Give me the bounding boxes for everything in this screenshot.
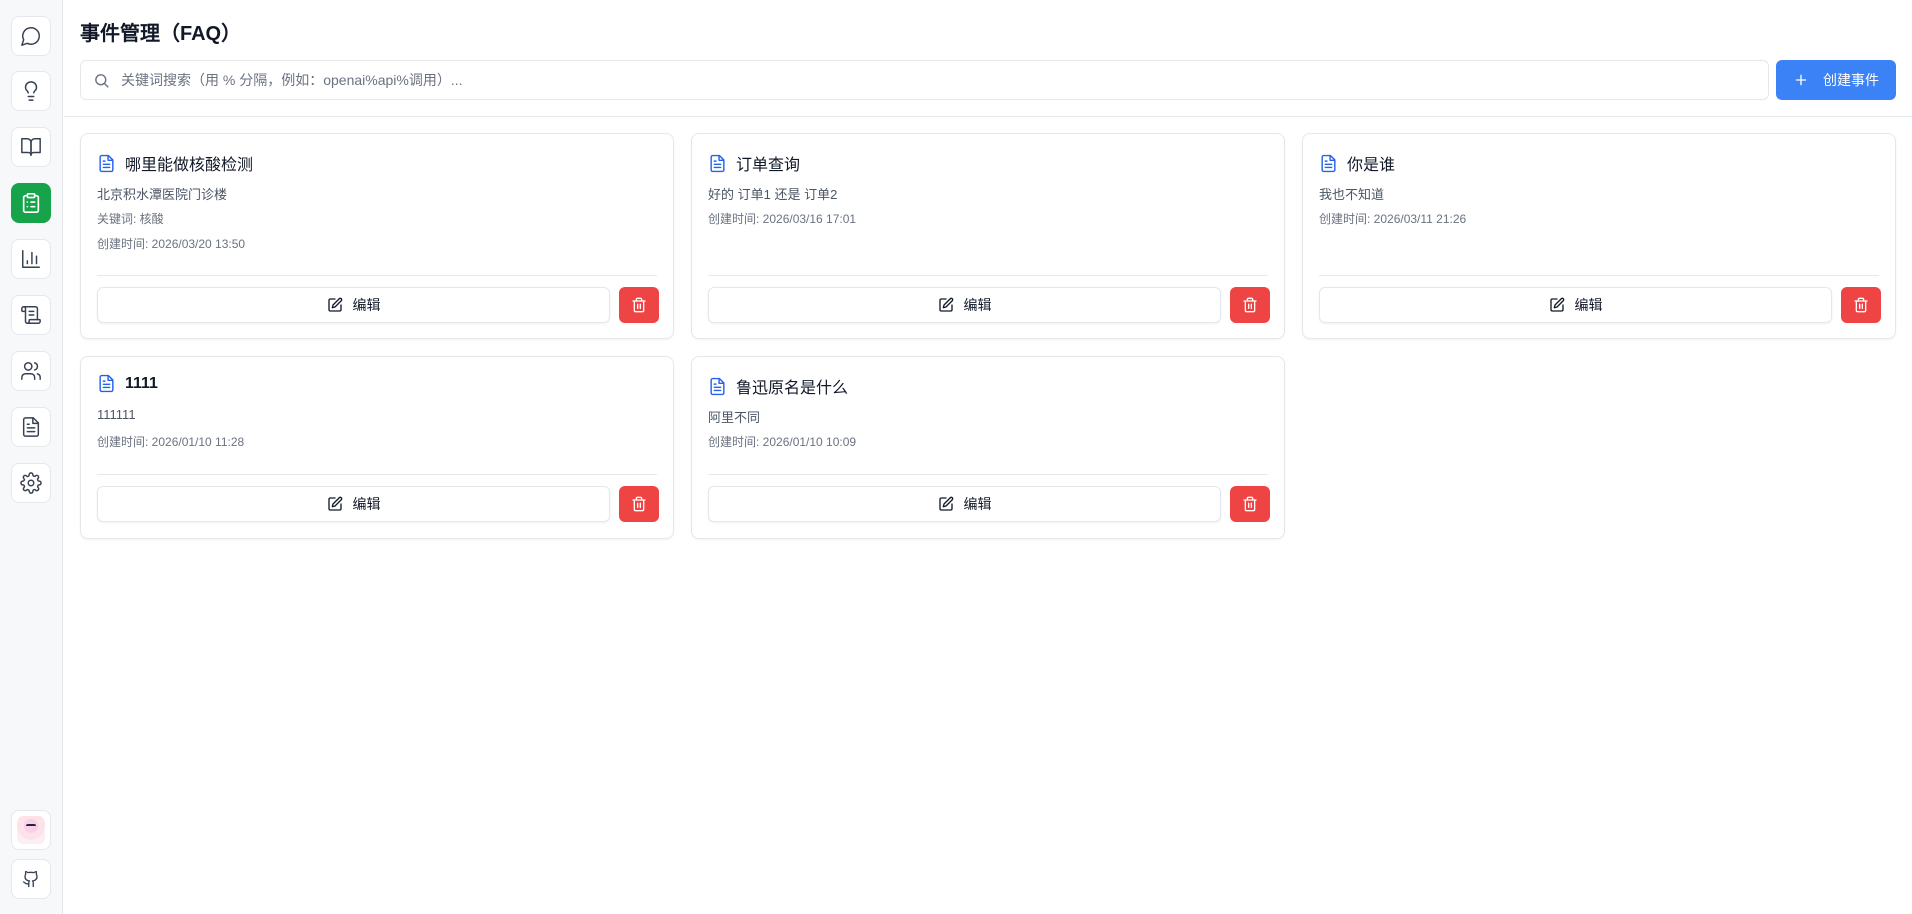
sidebar-item-logs[interactable] [11, 295, 51, 335]
edit-icon [938, 297, 953, 312]
faq-card: 你是谁 我也不知道 创建时间: 2026/03/11 21:26 编辑 [1302, 133, 1896, 339]
chat-bubble-icon [21, 27, 40, 46]
bar-chart-icon [22, 250, 40, 268]
edit-button[interactable]: 编辑 [708, 287, 1221, 323]
plus-icon [1795, 74, 1807, 86]
edit-button[interactable]: 编辑 [97, 287, 610, 323]
edit-button-label: 编辑 [1574, 297, 1603, 313]
create-event-button[interactable]: 创建事件 [1776, 60, 1896, 100]
file-text-icon [99, 154, 114, 172]
card-answer: 好的 订单1 还是 订单2 [708, 187, 838, 202]
delete-button[interactable] [619, 287, 659, 323]
delete-button[interactable] [619, 486, 659, 522]
card-title-row: 鲁迅原名是什么 [708, 374, 848, 398]
card-title-row: 你是谁 [1319, 151, 1395, 175]
trash-icon [1854, 297, 1868, 313]
gear-icon [20, 472, 42, 494]
sidebar-item-stats[interactable] [11, 239, 51, 279]
trash-icon [1243, 496, 1257, 512]
card-created-time: 创建时间: 2026/03/20 13:50 [97, 237, 246, 251]
file-text-icon [710, 377, 725, 395]
create-event-label: 创建事件 [1823, 72, 1879, 88]
card-answer: 北京积水潭医院门诊楼 [97, 187, 228, 202]
faq-card: 1111 111111 创建时间: 2026/01/10 11:28 编辑 [80, 356, 674, 539]
card-created-time: 创建时间: 2026/01/10 10:09 [708, 435, 857, 449]
search-box [80, 60, 1769, 100]
card-title: 鲁迅原名是什么 [736, 380, 849, 397]
document-icon [22, 417, 40, 437]
trash-icon [1243, 297, 1257, 313]
sidebar-item-documents[interactable] [11, 407, 51, 447]
card-title: 订单查询 [736, 157, 801, 174]
faq-card: 哪里能做核酸检测 北京积水潭医院门诊楼 关键词: 核酸 创建时间: 2026/0… [80, 133, 674, 339]
user-avatar-button[interactable] [11, 810, 51, 850]
book-open-icon [21, 138, 41, 156]
file-text-icon [710, 154, 725, 172]
scroll-icon [21, 306, 41, 324]
card-created-time: 创建时间: 2026/03/11 21:26 [1319, 212, 1467, 226]
trash-icon [632, 297, 646, 313]
delete-button[interactable] [1841, 287, 1881, 323]
edit-icon [1549, 297, 1564, 312]
sidebar-item-users[interactable] [11, 351, 51, 391]
trash-icon [632, 496, 646, 512]
avatar [17, 816, 45, 844]
edit-button[interactable]: 编辑 [1319, 287, 1832, 323]
clipboard-list-icon [22, 193, 40, 213]
card-created-time: 创建时间: 2026/01/10 11:28 [97, 435, 245, 449]
file-text-icon [99, 374, 114, 393]
sidebar-item-settings[interactable] [11, 463, 51, 503]
sidebar-item-faq[interactable] [11, 183, 51, 223]
delete-button[interactable] [1230, 287, 1270, 323]
users-icon [21, 362, 41, 380]
edit-button-label: 编辑 [963, 297, 992, 313]
card-answer: 111111 [97, 407, 136, 422]
sidebar [0, 0, 63, 914]
edit-icon [938, 496, 953, 511]
card-title-row: 哪里能做核酸检测 [97, 151, 253, 175]
sidebar-item-knowledge[interactable] [11, 127, 51, 167]
card-title: 哪里能做核酸检测 [125, 157, 254, 174]
card-divider [708, 474, 1268, 475]
github-icon [22, 870, 38, 888]
card-title-row: 1111 [97, 374, 158, 393]
card-divider [97, 275, 657, 276]
card-divider [1319, 275, 1879, 276]
edit-icon [327, 297, 342, 312]
edit-button-label: 编辑 [963, 496, 992, 512]
card-title: 1111 [125, 374, 158, 392]
edit-button-label: 编辑 [352, 496, 381, 512]
lightbulb-icon [24, 81, 38, 101]
edit-button-label: 编辑 [352, 297, 381, 313]
edit-button[interactable]: 编辑 [97, 486, 610, 522]
card-keywords: 关键词: 核酸 [97, 212, 164, 226]
file-text-icon [1321, 154, 1336, 172]
delete-button[interactable] [1230, 486, 1270, 522]
page-header: 事件管理（FAQ） 创建事件 [64, 0, 1912, 117]
edit-icon [327, 496, 342, 511]
search-input[interactable] [121, 61, 1751, 99]
app-root: 事件管理（FAQ） 创建事件 哪里能做核酸检测 北京积水潭医院门诊楼 关键词: … [0, 0, 1912, 914]
card-title-row: 订单查询 [708, 151, 800, 175]
edit-button[interactable]: 编辑 [708, 486, 1221, 522]
sidebar-item-ideas[interactable] [11, 71, 51, 111]
search-icon [95, 74, 109, 88]
card-created-time: 创建时间: 2026/03/16 17:01 [708, 212, 857, 226]
card-divider [708, 275, 1268, 276]
github-link[interactable] [11, 859, 51, 899]
faq-card: 订单查询 好的 订单1 还是 订单2 创建时间: 2026/03/16 17:0… [691, 133, 1285, 339]
page-title: 事件管理（FAQ） [80, 23, 242, 45]
card-title: 你是谁 [1347, 157, 1396, 174]
card-answer: 我也不知道 [1319, 187, 1385, 202]
faq-card: 鲁迅原名是什么 阿里不同 创建时间: 2026/01/10 10:09 编辑 [691, 356, 1285, 539]
card-answer: 阿里不同 [708, 410, 761, 425]
card-divider [97, 474, 657, 475]
sidebar-item-chat[interactable] [11, 16, 51, 56]
